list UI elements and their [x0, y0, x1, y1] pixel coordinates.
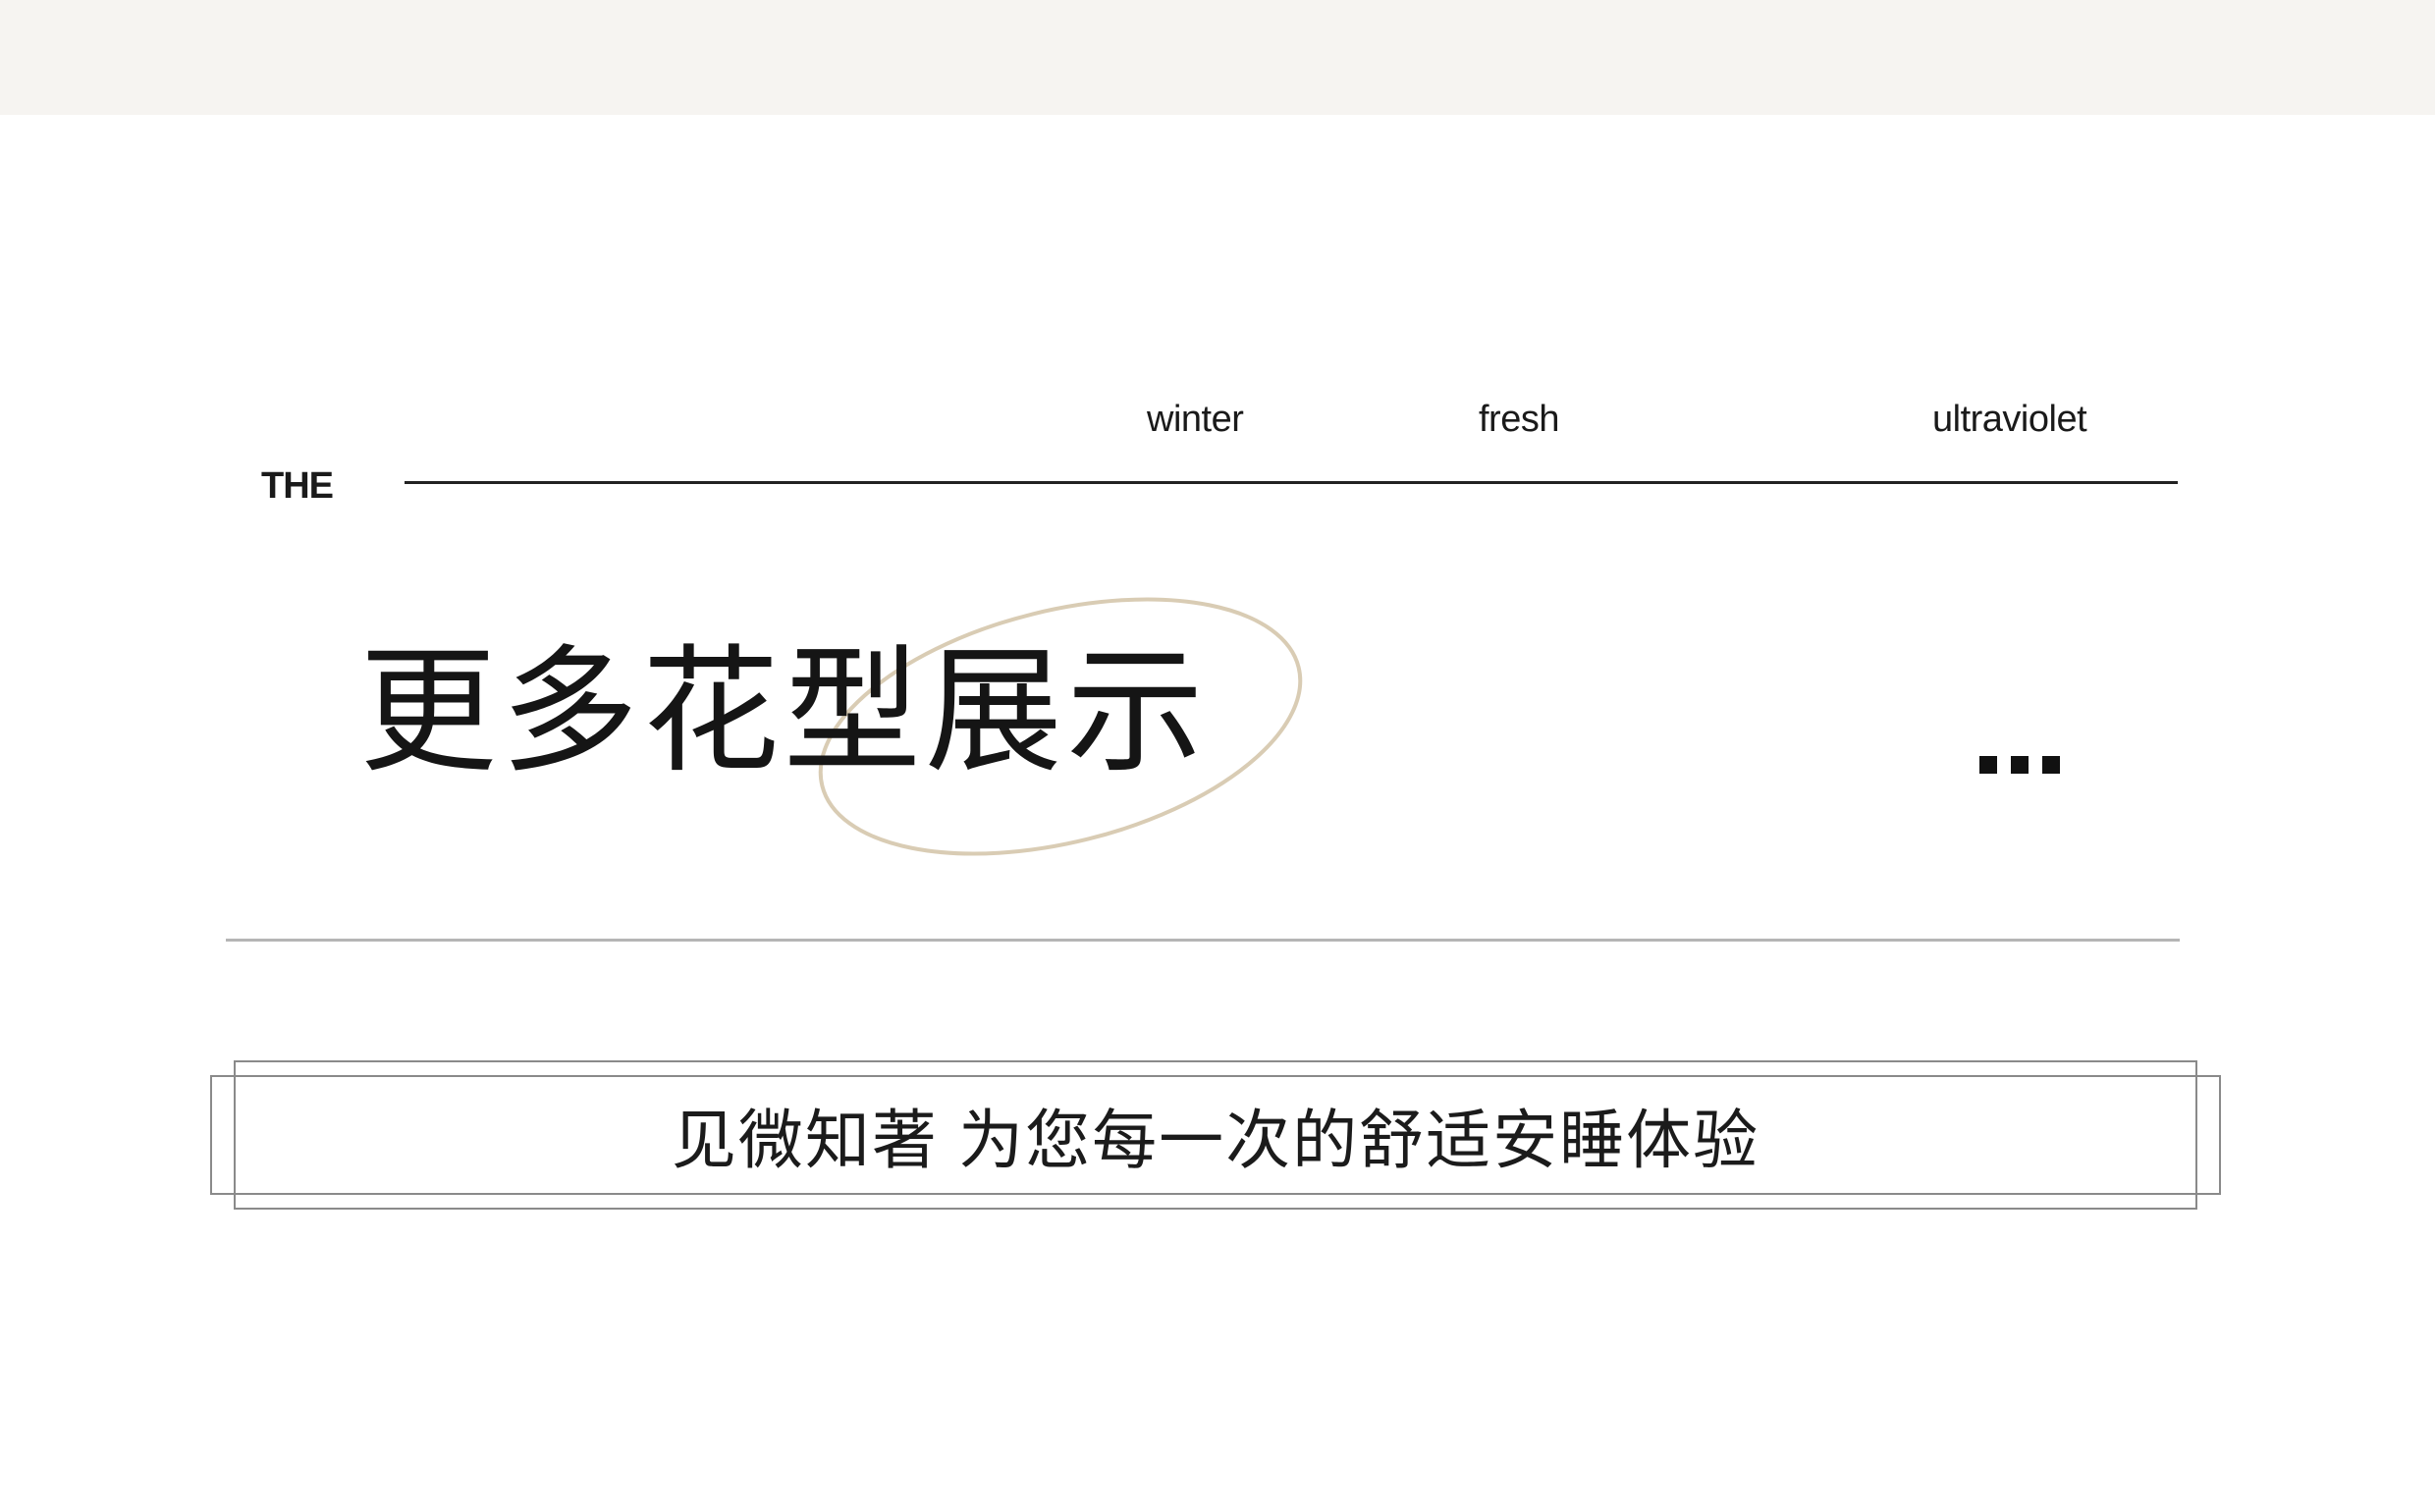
slogan-text: 见微知著 为您每一次的舒适安睡体验 [671, 1104, 1760, 1176]
ellipsis-icon[interactable] [1979, 738, 2097, 787]
dot [2011, 756, 2029, 774]
page-title: 更多花型展示 [359, 634, 1209, 788]
dot [2042, 756, 2060, 774]
top-band [0, 0, 2435, 115]
page: winter fresh ultraviolet THE 更多花型展示 见微知著… [0, 0, 2435, 1512]
top-divider [405, 481, 2178, 484]
tag-winter: winter [1147, 399, 1244, 440]
tag-fresh: fresh [1479, 399, 1559, 440]
the-label: THE [261, 465, 334, 507]
tag-ultraviolet: ultraviolet [1932, 399, 2087, 440]
bottom-divider [226, 939, 2180, 942]
dot [1979, 756, 1997, 774]
